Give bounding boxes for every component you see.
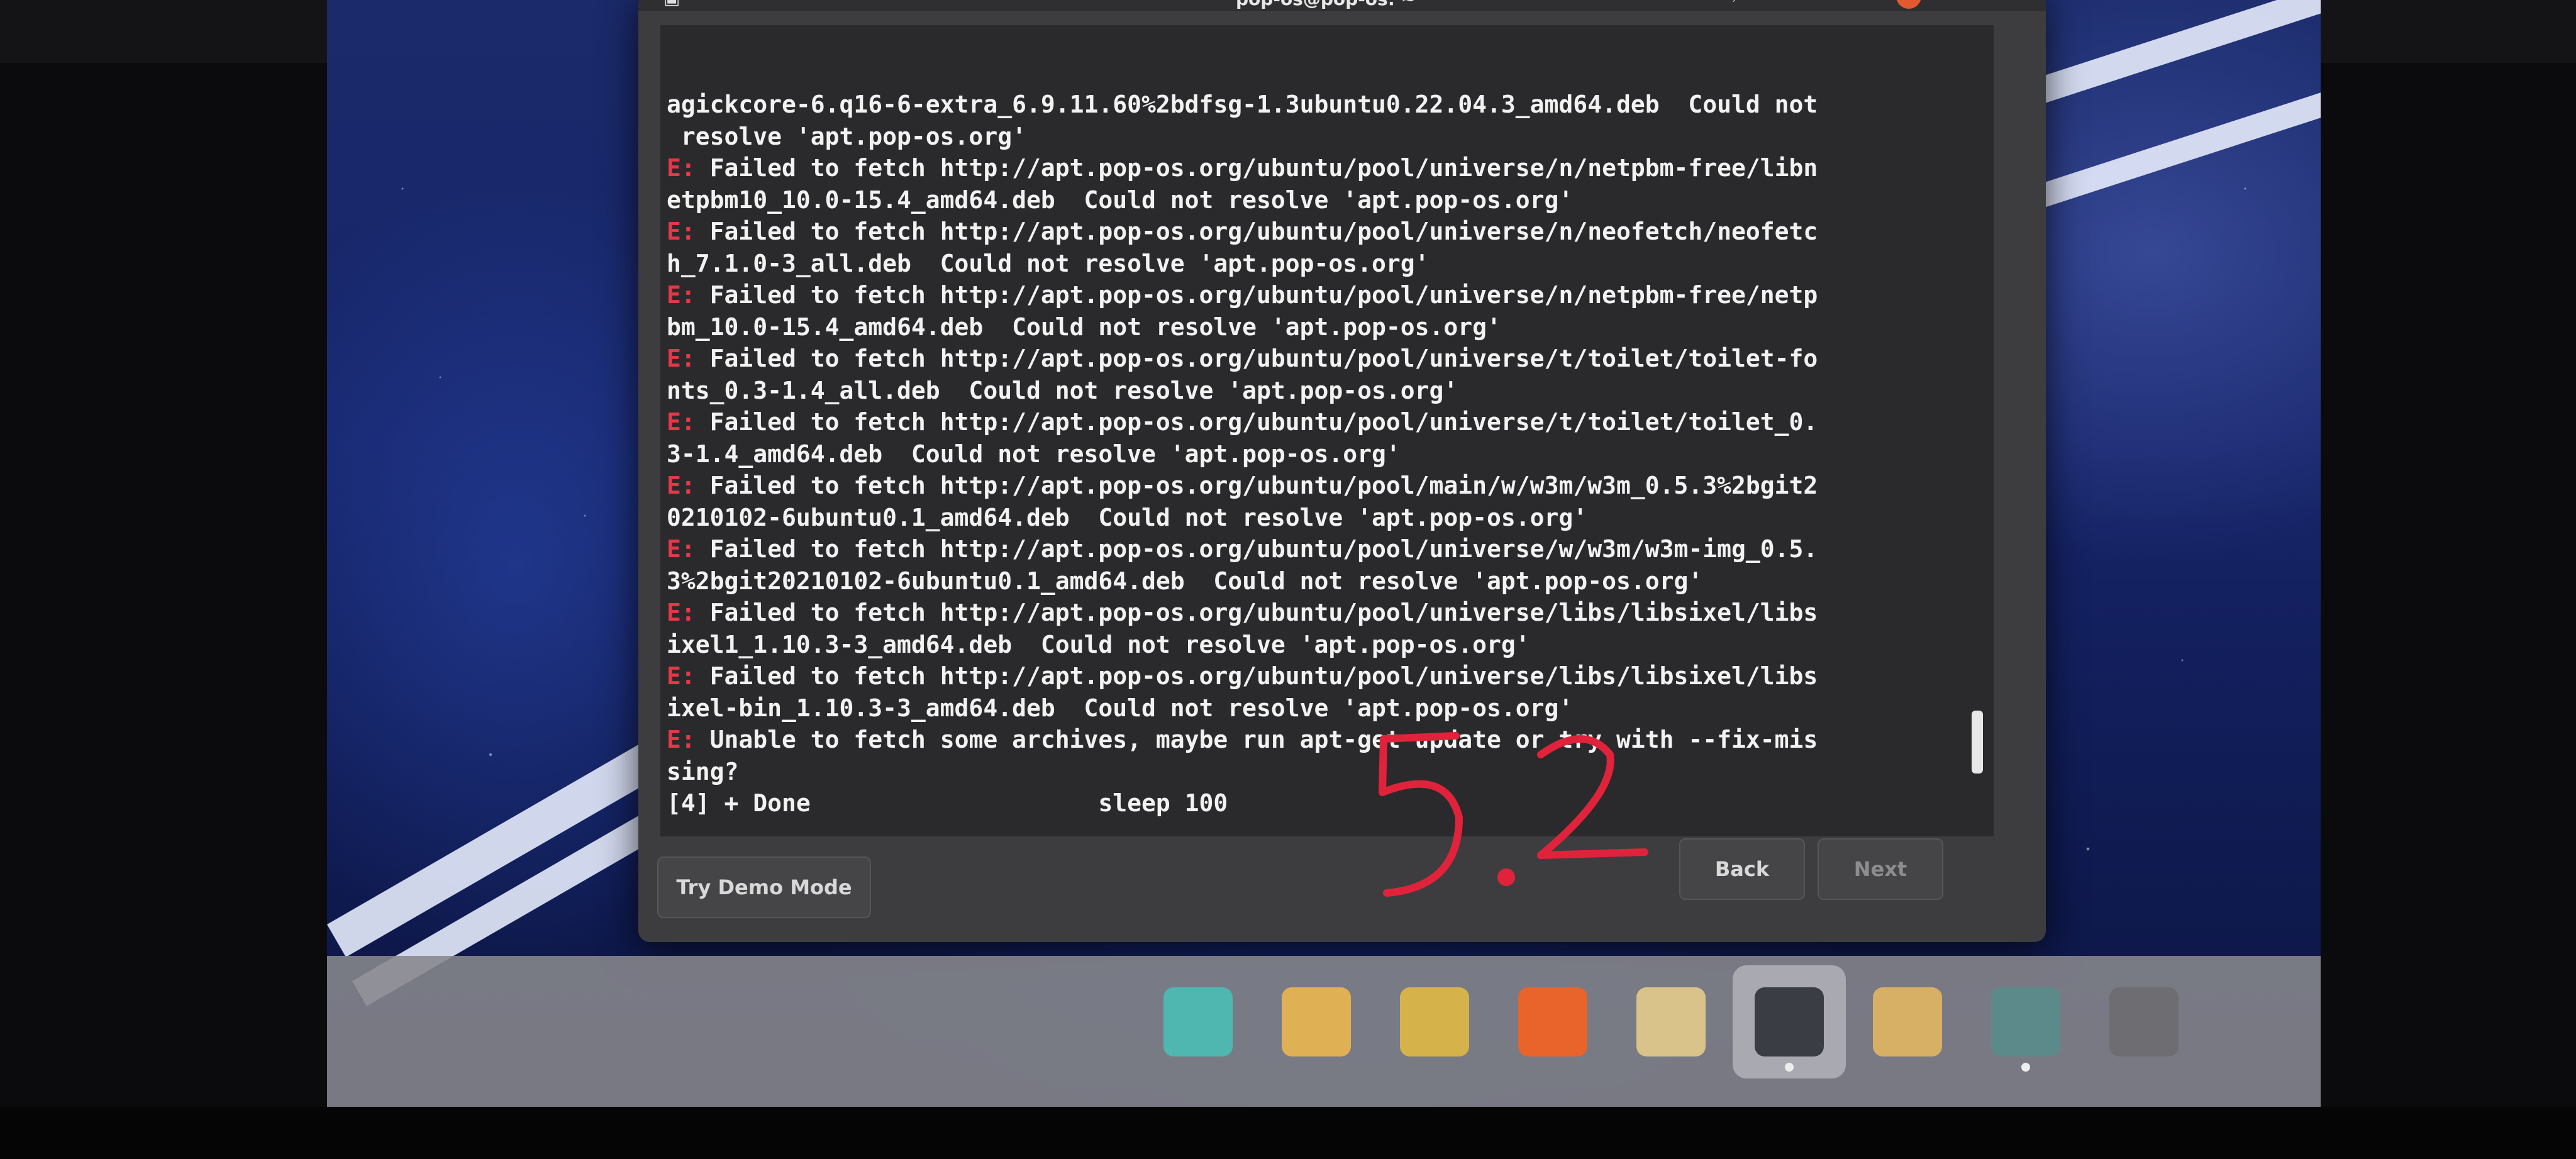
dock-item[interactable] (1991, 987, 2060, 1056)
running-indicator-dot (1785, 1063, 1794, 1072)
dock-item[interactable] (1400, 987, 1469, 1056)
handwritten-annotation (1379, 732, 1648, 897)
workspaces-icon (1282, 987, 1351, 1056)
terminal-icon (1755, 987, 1824, 1056)
dock-item[interactable] (2109, 987, 2179, 1056)
firefox-icon (1518, 987, 1587, 1056)
dock-item[interactable] (1518, 987, 1587, 1056)
desktop-screen: ▣ pop-os@pop-os: ~ ⌕ agickcore-6.q16-6-e… (327, 0, 2321, 1107)
annotation-digit-5 (1379, 732, 1463, 897)
dock-item[interactable] (1873, 987, 1942, 1056)
monitor-bezel-bottom (0, 1107, 2576, 1159)
installer-icon (1873, 987, 1942, 1056)
dock-item[interactable] (1282, 987, 1351, 1056)
app-grid-icon (1400, 987, 1469, 1056)
dock-item[interactable] (1163, 987, 1233, 1056)
running-indicator-dot (2021, 1063, 2030, 1072)
dock-item[interactable] (1636, 987, 1706, 1056)
software-updater-icon (1991, 987, 2060, 1056)
files-icon (1636, 987, 1706, 1056)
dock (327, 956, 2321, 1107)
pop-shop-icon (1163, 987, 1233, 1056)
dock-item[interactable] (1733, 965, 1846, 1079)
settings-icon (2109, 987, 2179, 1056)
annotation-digit-2 (1537, 735, 1648, 859)
annotation-dot (1497, 868, 1515, 886)
